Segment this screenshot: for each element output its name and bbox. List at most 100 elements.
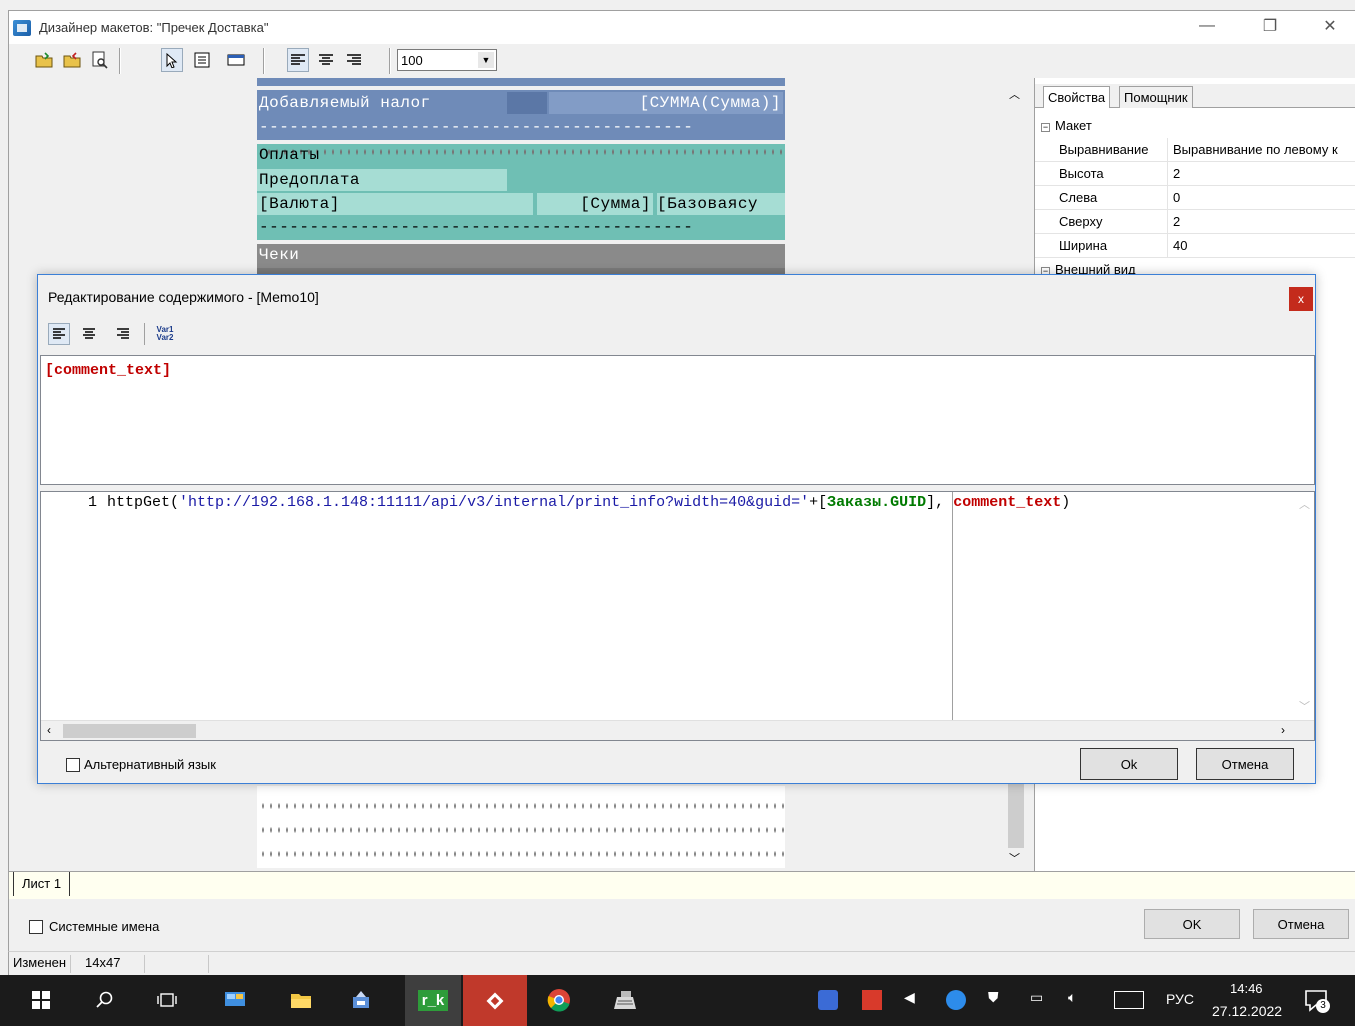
file-explorer-icon[interactable] [286, 985, 316, 1015]
keyboard-icon[interactable] [1114, 991, 1144, 1009]
prepay-band[interactable]: Предоплата [257, 168, 785, 192]
restore-button[interactable]: ❐ [1247, 11, 1293, 41]
line-gutter: 1 [41, 492, 103, 720]
chevron-down-icon[interactable]: ▼ [478, 52, 494, 68]
align-right-icon[interactable] [343, 48, 365, 72]
category-layout[interactable]: − Макет [1041, 118, 1092, 133]
chevron-down-icon[interactable]: ﹀ [1009, 850, 1020, 866]
chevron-right-icon[interactable]: › [1281, 723, 1285, 737]
language-indicator[interactable]: РУС [1166, 991, 1194, 1007]
band-header [257, 78, 785, 86]
control-panel-icon[interactable] [220, 985, 250, 1015]
anydesk-icon[interactable] [463, 975, 527, 1026]
tax-label: Добавляемый налог [259, 94, 431, 112]
align-center-icon[interactable] [78, 323, 100, 345]
tax-value: [СУММА(Сумма)] [549, 92, 783, 114]
status-size: 14x47 [81, 955, 145, 973]
close-icon[interactable]: x [1289, 287, 1313, 311]
scrollbar-thumb[interactable] [1008, 778, 1024, 848]
volume-muted-icon[interactable]: 🔈︎ [1068, 989, 1076, 1006]
insert-variable-icon[interactable]: Var1 Var2 [154, 323, 176, 345]
chevron-down-icon[interactable]: ﹀ [1299, 698, 1310, 714]
system-names-label: Системные имена [49, 919, 160, 934]
align-left-icon[interactable] [48, 323, 70, 345]
shield-icon[interactable]: ⛊ [988, 989, 999, 1006]
open-folder-icon[interactable] [33, 48, 55, 72]
toolbar-separator [389, 48, 391, 74]
zoom-value: 100 [401, 52, 423, 68]
sheet-tab[interactable]: Лист 1 [13, 872, 71, 896]
currency-band[interactable]: [Валюта] [Сумма] [Базоваясу [257, 192, 785, 216]
installer-icon[interactable] [346, 985, 376, 1015]
toolbar-separator [144, 323, 145, 345]
title-bar: Дизайнер макетов: "Пречек Доставка" — ❐ … [8, 10, 1355, 44]
tab-properties[interactable]: Свойства [1043, 86, 1111, 108]
properties-tabs: Свойства Помощник [1035, 84, 1355, 108]
zoom-select[interactable]: 100 ▼ [397, 49, 497, 71]
status-bar: Изменен 14x47 [8, 951, 1355, 975]
report-page-bottom [257, 786, 785, 868]
property-row[interactable]: Слева 0 [1035, 186, 1355, 210]
task-view-icon[interactable] [152, 985, 182, 1015]
teamviewer-icon[interactable] [946, 990, 966, 1010]
tray-app-icon[interactable] [818, 990, 838, 1010]
editor-splitter[interactable] [952, 492, 953, 720]
dialog-ok-button[interactable]: Ok [1080, 748, 1178, 780]
memo-text: [comment_text] [45, 362, 172, 379]
status-state: Изменен [9, 955, 72, 973]
code-field: Заказы.GUID [827, 494, 927, 511]
toolbar-separator [119, 48, 121, 74]
toolbar-separator [263, 48, 265, 74]
property-row[interactable]: Ширина 40 [1035, 234, 1355, 258]
property-row[interactable]: Высота 2 [1035, 162, 1355, 186]
sum-cell: [Сумма] [537, 193, 653, 215]
scrollbar-thumb[interactable] [63, 724, 196, 738]
preview-icon[interactable] [89, 48, 111, 72]
payments-band[interactable]: Оплаты [257, 144, 785, 168]
cash-register-icon[interactable] [610, 985, 640, 1015]
clock-time[interactable]: 14:46 [1230, 981, 1263, 996]
script-editor[interactable]: 1 httpGet('http://192.168.1.148:11111/ap… [40, 491, 1315, 741]
tax-band[interactable]: Добавляемый налог [СУММА(Сумма)] [257, 90, 785, 116]
rk-app-icon[interactable]: r_k [405, 975, 461, 1026]
editor-vscrollbar[interactable]: ︿ ﹀ [1293, 492, 1314, 720]
notification-count: 3 [1316, 999, 1330, 1013]
bottom-bar: Системные имена OK Отмена [8, 899, 1355, 951]
property-row[interactable]: Выравнивание Выравнивание по левому к [1035, 138, 1355, 162]
checks-band[interactable]: Чеки [257, 244, 785, 268]
search-icon[interactable] [90, 985, 120, 1015]
notifications-icon[interactable]: 3 [1304, 987, 1330, 1013]
save-folder-icon[interactable] [61, 48, 83, 72]
band-object-icon[interactable] [225, 48, 247, 72]
close-window-button[interactable]: ✕ [1307, 11, 1353, 41]
code-function: httpGet( [107, 494, 180, 511]
code-separator: ], [926, 494, 954, 511]
code-close-paren: ) [1061, 494, 1071, 511]
ok-button[interactable]: OK [1144, 909, 1240, 939]
align-right-icon[interactable] [112, 323, 134, 345]
memo-text-area[interactable]: [comment_text] [40, 355, 1315, 485]
code-string: 'http://192.168.1.148:11111/api/v3/inter… [179, 494, 810, 511]
chrome-icon[interactable] [544, 985, 574, 1015]
base-sum-cell: [Базоваясу [657, 193, 785, 215]
align-center-icon[interactable] [315, 48, 337, 72]
minimize-button[interactable]: — [1184, 11, 1230, 41]
editor-hscrollbar[interactable]: ‹ › [41, 720, 1314, 740]
property-row[interactable]: Сверху 2 [1035, 210, 1355, 234]
clock-date[interactable]: 27.12.2022 [1212, 1003, 1282, 1019]
windows-start-icon[interactable] [26, 985, 56, 1015]
tab-helper[interactable]: Помощник [1119, 86, 1193, 108]
tray-anydesk-icon[interactable] [862, 990, 882, 1010]
telegram-icon[interactable]: ◀ [904, 989, 915, 1006]
alt-language-checkbox[interactable] [66, 758, 80, 772]
system-names-checkbox[interactable] [29, 920, 43, 934]
align-left-icon[interactable] [287, 48, 309, 72]
text-object-icon[interactable] [191, 48, 213, 72]
network-icon[interactable]: ▭ [1030, 989, 1043, 1006]
cancel-button[interactable]: Отмена [1253, 909, 1349, 939]
chevron-left-icon[interactable]: ‹ [47, 723, 51, 737]
select-pointer-icon[interactable] [161, 48, 183, 72]
chevron-up-icon[interactable]: ︿ [1009, 86, 1020, 102]
dialog-cancel-button[interactable]: Отмена [1196, 748, 1294, 780]
chevron-up-icon[interactable]: ︿ [1299, 496, 1310, 512]
